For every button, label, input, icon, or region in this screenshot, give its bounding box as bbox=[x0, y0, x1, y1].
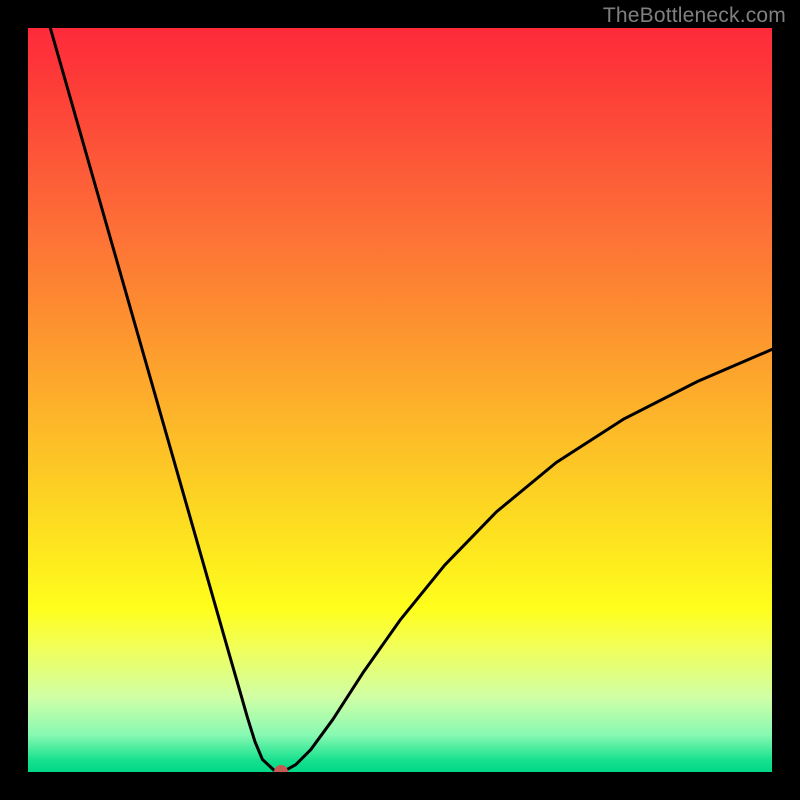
plot-area bbox=[28, 28, 772, 772]
chart-frame: TheBottleneck.com bbox=[0, 0, 800, 800]
gradient-background bbox=[28, 28, 772, 772]
optimal-point-marker bbox=[274, 765, 288, 772]
watermark-text: TheBottleneck.com bbox=[603, 4, 786, 28]
